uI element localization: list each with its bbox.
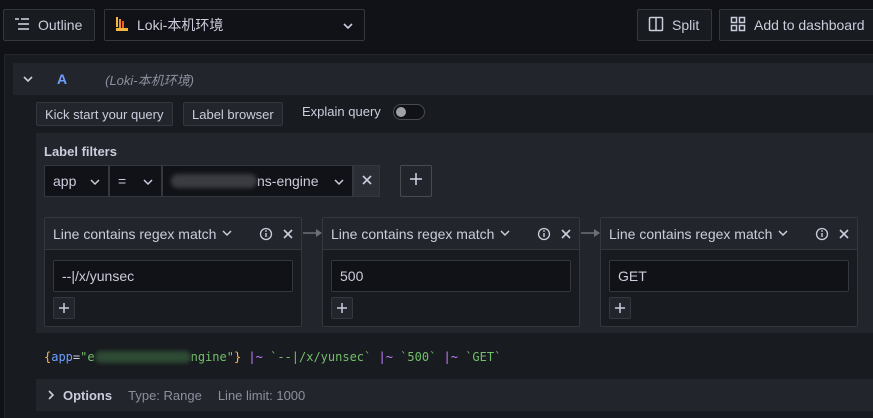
operation-header: Line contains regex match <box>601 218 857 250</box>
outline-icon <box>14 17 30 34</box>
redacted-value <box>94 351 191 363</box>
outline-label: Outline <box>38 17 83 33</box>
remove-filter-button[interactable] <box>353 165 380 197</box>
query-ref-id: A <box>57 71 68 87</box>
operation-name[interactable]: Line contains regex match <box>53 226 216 242</box>
info-icon[interactable] <box>815 227 829 241</box>
operation-card: Line contains regex match 500 <box>322 217 580 327</box>
dashboard-grid-icon <box>730 16 746 35</box>
split-icon <box>648 16 664 35</box>
redacted-value <box>171 174 257 188</box>
close-icon[interactable] <box>561 228 571 239</box>
info-icon[interactable] <box>259 227 273 241</box>
operation-name[interactable]: Line contains regex match <box>331 226 494 242</box>
operation-value-input[interactable]: 500 <box>331 260 571 292</box>
chevron-down-icon <box>342 17 354 33</box>
split-label: Split <box>672 17 700 33</box>
options-type: Type: Range <box>128 387 202 403</box>
chevron-down-icon <box>90 173 100 189</box>
chevron-down-icon <box>143 173 153 189</box>
info-icon[interactable] <box>537 227 551 241</box>
operation-name[interactable]: Line contains regex match <box>609 226 772 242</box>
add-param-button[interactable] <box>331 297 353 319</box>
query-row-header[interactable]: A (Loki-本机环境) <box>13 63 873 95</box>
label-name-select[interactable]: app <box>44 165 109 197</box>
datasource-name: Loki-本机环境 <box>137 17 224 33</box>
label-value-suffix: ns-engine <box>257 173 319 189</box>
outline-button[interactable]: Outline <box>3 9 95 41</box>
plus-icon <box>409 172 423 191</box>
operation-card: Line contains regex match GET <box>600 217 858 327</box>
chevron-down-icon[interactable] <box>222 230 232 237</box>
chevron-right-icon[interactable] <box>48 388 55 403</box>
loki-logo-icon <box>115 15 129 36</box>
label-browser-button[interactable]: Label browser <box>183 102 283 126</box>
toolbar: Outline Loki-本机环境 Split Add to dashboard <box>0 0 873 50</box>
options-line-limit: Line limit: 1000 <box>217 387 306 403</box>
add-param-button[interactable] <box>53 297 75 319</box>
chevron-down-icon[interactable] <box>500 230 510 237</box>
toggle-knob <box>396 107 406 117</box>
operation-value-input[interactable]: --|/x/yunsec <box>53 260 293 292</box>
close-icon[interactable] <box>839 228 849 239</box>
operation-value-input[interactable]: GET <box>609 260 849 292</box>
add-to-dashboard-label: Add to dashboard <box>754 17 865 33</box>
label-operator-value: = <box>118 173 127 189</box>
query-datasource-hint: (Loki-本机环境) <box>105 72 194 88</box>
explain-query-label: Explain query <box>302 104 381 119</box>
operation-header: Line contains regex match <box>323 218 579 250</box>
add-to-dashboard-button[interactable]: Add to dashboard <box>719 9 873 41</box>
split-button[interactable]: Split <box>637 9 712 41</box>
close-icon <box>361 172 372 190</box>
label-operator-select[interactable]: = <box>109 165 162 197</box>
arrow-right-icon <box>581 229 600 237</box>
chevron-down-icon <box>334 173 344 189</box>
label-value-select[interactable]: ns-engine <box>162 165 353 197</box>
label-filters-title: Label filters <box>44 144 117 159</box>
datasource-picker[interactable]: Loki-本机环境 <box>104 9 365 41</box>
close-icon[interactable] <box>283 228 293 239</box>
add-filter-button[interactable] <box>400 165 432 197</box>
explain-query-toggle[interactable] <box>393 104 425 120</box>
query-preview: {app = "e ngine"} |~ `--|/x/yunsec` |~ `500… <box>36 340 873 374</box>
options-title: Options <box>63 387 113 403</box>
explore-window: Outline Loki-本机环境 Split Add to dashboard… <box>0 0 873 418</box>
operation-card: Line contains regex match --|/x/yunsec <box>44 217 302 327</box>
options-row[interactable]: Options Type: Range Line limit: 1000 <box>36 379 873 411</box>
operation-header: Line contains regex match <box>45 218 301 250</box>
chevron-down-icon[interactable] <box>13 75 43 83</box>
arrow-right-icon <box>303 229 322 237</box>
label-name-value: app <box>53 173 77 189</box>
chevron-down-icon[interactable] <box>778 230 788 237</box>
kick-start-button[interactable]: Kick start your query <box>36 102 173 126</box>
add-param-button[interactable] <box>609 297 631 319</box>
